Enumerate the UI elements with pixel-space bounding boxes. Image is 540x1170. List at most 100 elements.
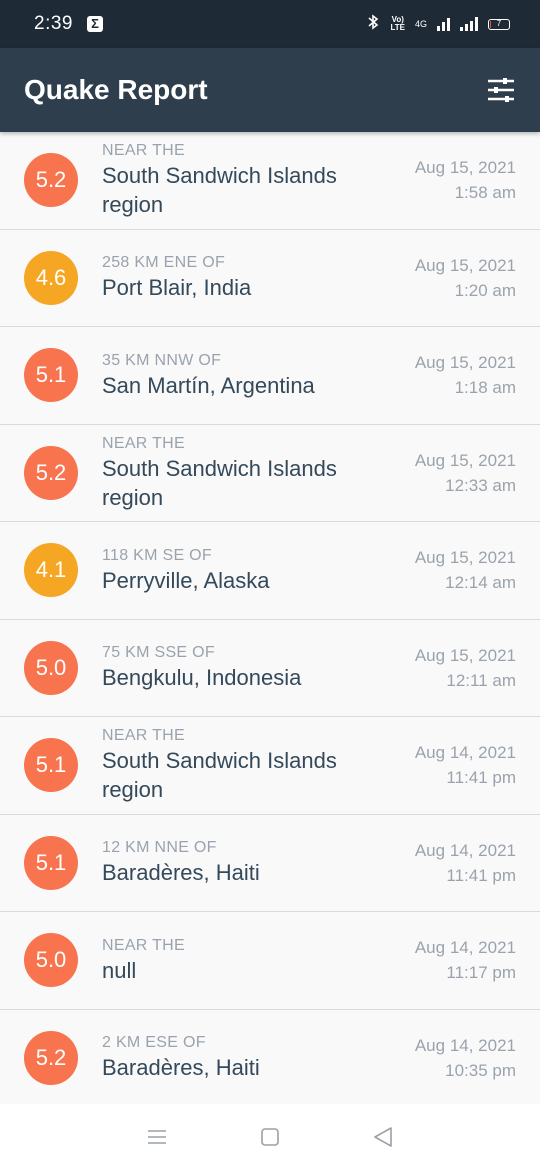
earthquake-list-item[interactable]: 4.6 258 KM ENE OF Port Blair, India Aug 15,… <box>0 229 540 327</box>
magnitude-circle: 5.2 <box>24 445 78 500</box>
magnitude-circle: 5.2 <box>24 1030 78 1085</box>
primary-location: Baradères, Haiti <box>102 860 260 886</box>
magnitude-circle: 5.1 <box>24 738 78 793</box>
location-offset: 258 KM ENE OF <box>102 254 226 272</box>
earthquake-list: 5.2 NEAR THE South Sandwich Islands region… <box>0 132 540 1107</box>
quake-time: 1:18 am <box>454 378 516 398</box>
datetime-block: Aug 14, 2021 11:17 pm <box>415 912 516 1009</box>
status-bar: 2:39 Σ Vo) LTE 4G 7 <box>0 0 540 48</box>
datetime-block: Aug 15, 2021 1:18 am <box>415 327 516 424</box>
volte-label: Vo) LTE <box>390 16 405 32</box>
location-offset: 118 KM SE OF <box>102 546 213 564</box>
magnitude-circle: 5.0 <box>24 933 78 988</box>
datetime-block: Aug 14, 2021 11:41 pm <box>415 717 516 814</box>
quake-time: 1:58 am <box>454 183 516 203</box>
magnitude-circle: 5.2 <box>24 153 78 208</box>
location-block: 75 KM SSE OF Bengkulu, Indonesia <box>102 620 392 717</box>
quake-date: Aug 14, 2021 <box>414 840 516 860</box>
primary-location: null <box>102 957 137 983</box>
location-block: NEAR THE South Sandwich Islands region <box>102 425 392 522</box>
primary-location: South Sandwich Islands region <box>102 748 337 803</box>
location-block: NEAR THE South Sandwich Islands region <box>102 717 392 814</box>
location-block: 2 KM ESE OF Baradères, Haiti <box>102 1010 392 1107</box>
signal-bars-icon-2 <box>460 17 478 31</box>
primary-location: South Sandwich Islands region <box>102 163 337 218</box>
earthquake-list-item[interactable]: 5.1 35 KM NNW OF San Martín, Argentina Aug … <box>0 327 540 425</box>
menu-icon[interactable] <box>142 1122 172 1152</box>
magnitude-circle: 5.1 <box>24 835 78 890</box>
location-offset: 2 KM ESE OF <box>102 1034 206 1052</box>
quake-date: Aug 15, 2021 <box>414 353 516 373</box>
signal-bars-icon-1 <box>437 17 450 31</box>
quake-date: Aug 15, 2021 <box>414 548 516 568</box>
location-offset: NEAR THE <box>102 434 186 452</box>
location-offset: NEAR THE <box>102 936 186 954</box>
datetime-block: Aug 15, 2021 1:58 am <box>415 132 516 229</box>
quake-date: Aug 14, 2021 <box>414 1035 516 1055</box>
primary-location: Port Blair, India <box>102 275 252 301</box>
location-block: 258 KM ENE OF Port Blair, India <box>102 230 392 327</box>
location-block: 35 KM NNW OF San Martín, Argentina <box>102 327 392 424</box>
earthquake-list-item[interactable]: 4.1 118 KM SE OF Perryville, Alaska Aug 15,… <box>0 522 540 620</box>
quake-time: 11:41 pm <box>446 768 516 788</box>
quake-date: Aug 15, 2021 <box>414 255 516 275</box>
earthquake-list-item[interactable]: 5.0 NEAR THE null Aug 14, 2021 11:17 pm <box>0 912 540 1010</box>
location-block: NEAR THE South Sandwich Islands region <box>102 132 392 229</box>
datetime-block: Aug 15, 2021 12:33 am <box>415 425 516 522</box>
location-offset: 35 KM NNW OF <box>102 351 222 369</box>
earthquake-list-item[interactable]: 5.1 12 KM NNE OF Baradères, Haiti Aug 14, 2… <box>0 814 540 912</box>
location-offset: NEAR THE <box>102 142 186 160</box>
home-square-icon[interactable] <box>255 1122 285 1152</box>
quake-time: 12:33 am <box>445 475 516 495</box>
quake-date: Aug 14, 2021 <box>414 743 516 763</box>
earthquake-list-item[interactable]: 5.2 NEAR THE South Sandwich Islands region… <box>0 424 540 522</box>
datetime-block: Aug 15, 2021 12:11 am <box>415 620 516 717</box>
primary-location: Bengkulu, Indonesia <box>102 665 302 691</box>
location-block: 118 KM SE OF Perryville, Alaska <box>102 522 392 619</box>
location-block: NEAR THE null <box>102 912 392 1009</box>
location-offset: 75 KM SSE OF <box>102 644 215 662</box>
primary-location: Perryville, Alaska <box>102 567 270 593</box>
quake-date: Aug 14, 2021 <box>414 938 516 958</box>
settings-sliders-icon[interactable] <box>486 75 516 105</box>
quake-date: Aug 15, 2021 <box>414 645 516 665</box>
location-block: 12 KM NNE OF Baradères, Haiti <box>102 815 392 912</box>
quake-time: 11:41 pm <box>446 865 516 885</box>
primary-location: San Martín, Argentina <box>102 372 315 398</box>
back-triangle-icon[interactable] <box>368 1122 398 1152</box>
earthquake-list-item[interactable]: 5.0 75 KM SSE OF Bengkulu, Indonesia Aug 15… <box>0 619 540 717</box>
volte-text: Vo) LTE <box>390 15 405 32</box>
app-title: Quake Report <box>24 74 208 105</box>
earthquake-list-item[interactable]: 5.1 NEAR THE South Sandwich Islands region… <box>0 717 540 815</box>
battery-level: 7 <box>496 18 502 28</box>
battery-icon: 7 <box>488 18 510 30</box>
location-offset: NEAR THE <box>102 727 186 745</box>
quake-date: Aug 15, 2021 <box>414 158 516 178</box>
sigma-notification-icon: Σ <box>86 16 103 32</box>
quake-time: 10:35 pm <box>445 1060 516 1080</box>
magnitude-circle: 5.0 <box>24 640 78 695</box>
app-bar: Quake Report <box>0 48 540 132</box>
quake-time: 12:11 am <box>446 670 516 690</box>
datetime-block: Aug 14, 2021 10:35 pm <box>415 1010 516 1107</box>
primary-location: South Sandwich Islands region <box>102 455 337 510</box>
magnitude-circle: 4.1 <box>24 543 78 598</box>
datetime-block: Aug 15, 2021 12:14 am <box>415 522 516 619</box>
earthquake-list-item[interactable]: 5.2 2 KM ESE OF Baradères, Haiti Aug 14, 20… <box>0 1009 540 1107</box>
quake-time: 12:14 am <box>445 573 516 593</box>
quake-date: Aug 15, 2021 <box>414 450 516 470</box>
quake-time: 11:17 pm <box>446 963 516 983</box>
system-nav-bar <box>0 1104 540 1170</box>
lte-label: 4G <box>414 19 427 29</box>
datetime-block: Aug 14, 2021 11:41 pm <box>415 815 516 912</box>
lte-signal-icon: 4G <box>415 19 427 29</box>
location-offset: 12 KM NNE OF <box>102 839 217 857</box>
primary-location: Baradères, Haiti <box>102 1055 260 1081</box>
datetime-block: Aug 15, 2021 1:20 am <box>415 230 516 327</box>
magnitude-circle: 4.6 <box>24 250 78 305</box>
magnitude-circle: 5.1 <box>24 348 78 403</box>
status-icons: Vo) LTE 4G 7 <box>366 14 510 34</box>
earthquake-list-item[interactable]: 5.2 NEAR THE South Sandwich Islands region… <box>0 132 540 230</box>
status-time: 2:39 <box>34 13 73 34</box>
bluetooth-icon <box>366 14 380 34</box>
